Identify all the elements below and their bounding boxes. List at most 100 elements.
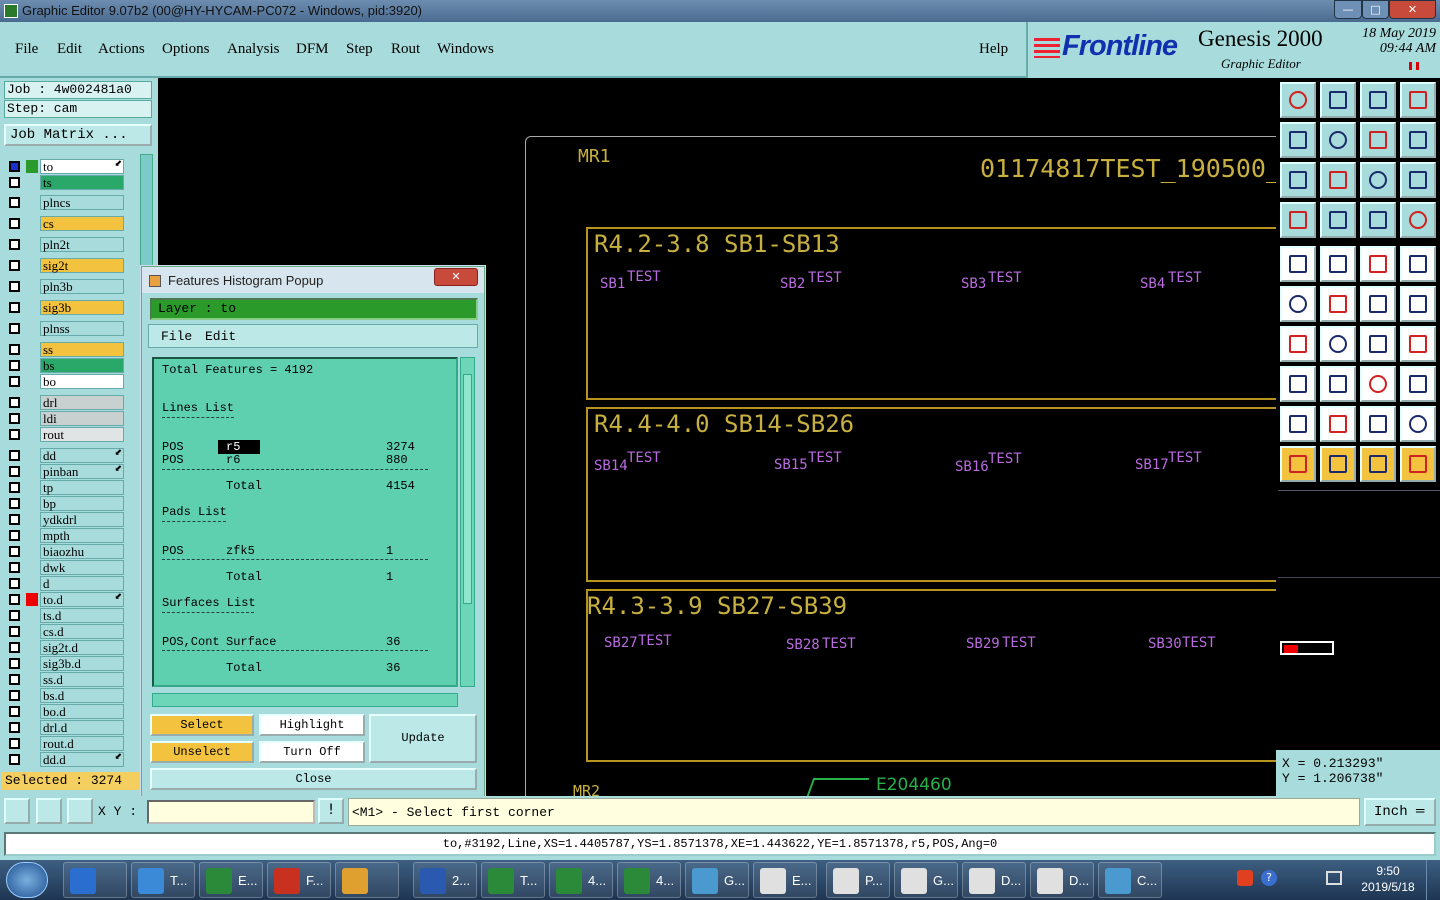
zoom-center-icon[interactable] <box>1320 162 1356 198</box>
export-icon[interactable] <box>1320 122 1356 158</box>
layer-name[interactable]: pln3b <box>40 279 124 294</box>
histogram-horizontal-scrollbar[interactable] <box>152 693 458 707</box>
turn-off-button[interactable]: Turn Off <box>259 741 365 763</box>
triangle2-icon[interactable] <box>1320 406 1356 442</box>
home-icon[interactable] <box>1360 82 1396 118</box>
layer-name[interactable]: sig2t <box>40 258 124 273</box>
layer-row[interactable]: bo.d <box>6 704 124 719</box>
arc-icon[interactable] <box>1360 286 1396 322</box>
layer-checkbox[interactable] <box>9 578 20 589</box>
layer-row[interactable]: ts <box>6 175 124 190</box>
layer-checkbox[interactable] <box>9 674 20 685</box>
angle-icon[interactable] <box>1280 326 1316 362</box>
layer-row[interactable]: ldi <box>6 411 124 426</box>
taskbar-item[interactable]: 4... <box>617 862 681 898</box>
layer-name[interactable]: ts.d <box>40 608 124 623</box>
arc2-icon[interactable] <box>1400 286 1436 322</box>
window-icon[interactable] <box>1400 82 1436 118</box>
layer-row[interactable]: cs.d <box>6 624 124 639</box>
system-clock[interactable]: 9:50 2019/5/18 <box>1356 863 1420 897</box>
layer-checkbox[interactable] <box>9 161 20 172</box>
rotate-icon[interactable] <box>1360 326 1396 362</box>
scale-icon[interactable] <box>1360 162 1396 198</box>
menu-dfm[interactable]: DFM <box>296 41 329 58</box>
layer-row[interactable]: plncs <box>6 195 124 210</box>
surface-symbol[interactable]: Surface <box>226 635 276 649</box>
histogram-vertical-scrollbar[interactable] <box>460 357 475 687</box>
layer-row[interactable]: pln2t <box>6 237 124 252</box>
taskbar-item[interactable]: P... <box>826 862 890 898</box>
mini-map[interactable] <box>1278 490 1440 748</box>
layer-checkbox[interactable] <box>9 658 20 669</box>
taskbar-item[interactable]: G... <box>894 862 958 898</box>
layer-name[interactable]: ts <box>40 175 124 190</box>
xy-input[interactable] <box>147 800 315 824</box>
query-icon[interactable] <box>1400 162 1436 198</box>
layer-row[interactable]: sig3b.d <box>6 656 124 671</box>
step-icon[interactable] <box>1400 122 1436 158</box>
layer-row[interactable]: drl.d <box>6 720 124 735</box>
layer-checkbox[interactable] <box>9 302 20 313</box>
layer-row[interactable]: sig2t.d <box>6 640 124 655</box>
layer-name[interactable]: plncs <box>40 195 124 210</box>
layer-row[interactable]: dd ⬋ <box>6 448 124 463</box>
taskbar-item[interactable]: F... <box>267 862 331 898</box>
layer-checkbox[interactable] <box>9 177 20 188</box>
layer-name[interactable]: d <box>40 576 124 591</box>
layer-name[interactable]: bp <box>40 496 124 511</box>
update-button[interactable]: Update <box>369 714 477 763</box>
layer-name[interactable]: dd <box>40 448 124 463</box>
layer-name[interactable]: pln2t <box>40 237 124 252</box>
warning-icon[interactable]: ! <box>318 798 344 824</box>
layer-checkbox[interactable] <box>9 562 20 573</box>
route-icon[interactable] <box>1400 446 1436 482</box>
layer-row[interactable]: mpth <box>6 528 124 543</box>
maximize-button[interactable]: □ <box>1362 0 1389 19</box>
layer-row[interactable]: bs <box>6 358 124 373</box>
help-tray-icon[interactable]: ? <box>1261 870 1277 886</box>
layer-checkbox[interactable] <box>9 498 20 509</box>
layer-checkbox[interactable] <box>9 738 20 749</box>
menu-edit[interactable]: Edit <box>57 41 82 58</box>
taskbar-item[interactable]: E... <box>753 862 817 898</box>
layer-checkbox[interactable] <box>9 722 20 733</box>
layer-name[interactable]: bo.d <box>40 704 124 719</box>
layer-name[interactable]: sig2t.d <box>40 640 124 655</box>
line-symbol[interactable]: r6 <box>226 453 240 467</box>
layer-checkbox[interactable] <box>9 642 20 653</box>
taskbar-item[interactable] <box>335 862 399 898</box>
layer-checkbox[interactable] <box>9 429 20 440</box>
layer-checkbox[interactable] <box>9 466 20 477</box>
layer-checkbox[interactable] <box>9 260 20 271</box>
layer-name[interactable]: drl.d <box>40 720 124 735</box>
network-icon[interactable] <box>1326 871 1342 885</box>
circle-icon[interactable] <box>1400 246 1436 282</box>
close-window-button[interactable]: ✕ <box>1389 0 1436 19</box>
layer-name[interactable]: sig3b.d <box>40 656 124 671</box>
layer-row[interactable]: bs.d <box>6 688 124 703</box>
layer-name[interactable]: sig3b <box>40 300 124 315</box>
layer-checkbox[interactable] <box>9 323 20 334</box>
minus-icon[interactable] <box>1320 366 1356 402</box>
layer-name[interactable]: to <box>40 159 124 174</box>
taskbar-item[interactable]: E... <box>199 862 263 898</box>
layer-row[interactable]: ss <box>6 342 124 357</box>
grid-icon[interactable] <box>1320 202 1356 238</box>
open-icon[interactable] <box>1280 82 1316 118</box>
layer-name[interactable]: ldi <box>40 411 124 426</box>
layer-row[interactable]: pln3b <box>6 279 124 294</box>
layer-checkbox[interactable] <box>9 530 20 541</box>
layer-name[interactable]: tp <box>40 480 124 495</box>
snap-icon[interactable] <box>36 798 62 824</box>
taskbar-item[interactable]: D... <box>1030 862 1094 898</box>
menu-analysis[interactable]: Analysis <box>227 41 280 58</box>
layer-checkbox[interactable] <box>9 218 20 229</box>
cross-icon[interactable] <box>1320 286 1356 322</box>
pointer2-icon[interactable] <box>1320 446 1356 482</box>
grid-icon[interactable] <box>67 798 93 824</box>
layer-checkbox[interactable] <box>9 397 20 408</box>
taskbar-item[interactable]: 2... <box>413 862 477 898</box>
zoom-fit-icon[interactable] <box>1280 162 1316 198</box>
layer-row[interactable]: ts.d <box>6 608 124 623</box>
layer-name[interactable]: ydkdrl <box>40 512 124 527</box>
